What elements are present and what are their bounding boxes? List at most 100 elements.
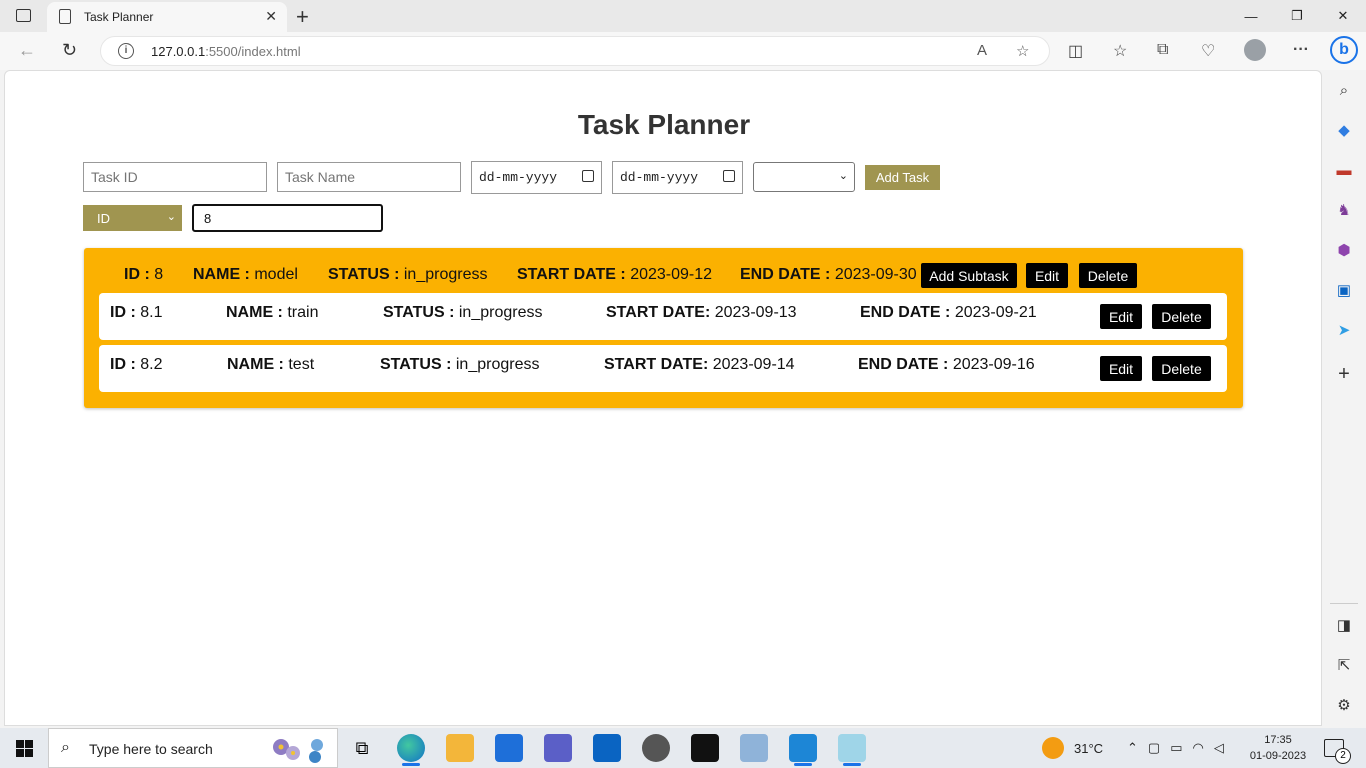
edge-taskbar-icon[interactable] <box>397 734 425 766</box>
task-id-input[interactable] <box>83 162 267 192</box>
back-icon[interactable]: ← <box>18 40 36 61</box>
task-status-field: STATUS : in_progress <box>328 266 488 283</box>
subtask-delete-button[interactable]: Delete <box>1152 304 1211 329</box>
favorite-star-icon[interactable]: ☆ <box>1016 42 1029 60</box>
url-text[interactable]: 127.0.0.1:5500/index.html <box>151 44 301 59</box>
add-task-button[interactable]: Add Task <box>865 165 940 190</box>
games-icon[interactable]: ♞ <box>1334 201 1354 221</box>
laptop-app-icon[interactable] <box>740 734 768 762</box>
search-icon: ⌕ <box>61 739 70 756</box>
terminal-icon[interactable] <box>691 734 719 762</box>
calendar-icon[interactable] <box>723 170 735 182</box>
refresh-icon[interactable]: ↻ <box>62 40 77 61</box>
tab-close-icon[interactable]: ✕ <box>265 8 277 25</box>
profile-avatar[interactable] <box>1244 39 1266 61</box>
mail-icon[interactable] <box>495 734 523 762</box>
subtask-id-field: ID : 8.1 <box>110 304 163 321</box>
task-edit-button[interactable]: Edit <box>1026 263 1068 288</box>
start-date-placeholder: dd-mm-yyyy <box>479 170 558 185</box>
wifi-icon[interactable]: ◠ <box>1193 740 1204 756</box>
page-title: Task Planner <box>577 109 751 140</box>
windows-start-icon[interactable] <box>16 740 33 757</box>
sidebar-divider <box>1330 603 1358 604</box>
minimize-icon[interactable]: — <box>1228 0 1274 32</box>
settings-gear-icon[interactable]: ⚙ <box>1334 696 1354 716</box>
end-date-input[interactable]: dd-mm-yyyy <box>612 161 743 194</box>
clock-date: 01-09-2023 <box>1249 750 1307 762</box>
taskbar-search-box[interactable]: ⌕ Type here to search <box>48 728 338 768</box>
edge-sidebar: ⌕ ◆ ▬ ♞ ⬢ ▣ ➤ + ◨ ⇱ ⚙ <box>1322 70 1366 726</box>
speaker-icon[interactable]: ◁ <box>1214 740 1224 756</box>
clock-time: 17:35 <box>1264 734 1292 746</box>
search-highlight-flowers-icon <box>273 739 323 763</box>
favorites-icon[interactable]: ☆ <box>1113 41 1127 61</box>
task-view-icon[interactable]: ⧉ <box>348 734 376 762</box>
system-tray: ⌃ ▢ ▭ ◠ ◁ <box>1127 728 1224 768</box>
tab-title: Task Planner <box>84 10 154 24</box>
status-select[interactable]: ⌄ <box>753 162 855 192</box>
external-link-icon[interactable]: ⇱ <box>1334 656 1354 676</box>
subtask-status-field: STATUS : in_progress <box>380 356 540 373</box>
teams-icon[interactable] <box>544 734 572 762</box>
browser-tab-bar: Task Planner ✕ + — ❐ ✕ <box>0 0 1366 32</box>
notifications-icon[interactable]: 2 <box>1324 739 1351 764</box>
subtask-status-field: STATUS : in_progress <box>383 304 543 321</box>
shopping-tag-icon[interactable]: ◆ <box>1334 121 1354 141</box>
notes-app-icon[interactable] <box>838 734 866 766</box>
add-sidebar-item-icon[interactable]: + <box>1334 364 1354 384</box>
outlook-icon[interactable]: ▣ <box>1334 281 1354 301</box>
send-icon[interactable]: ➤ <box>1334 321 1354 341</box>
meet-now-icon[interactable]: ▢ <box>1148 740 1160 756</box>
calendar-icon[interactable] <box>582 170 594 182</box>
browser-tab[interactable]: Task Planner ✕ <box>47 2 287 32</box>
chevron-down-icon: ⌄ <box>838 170 848 182</box>
window-controls: — ❐ ✕ <box>1228 0 1366 32</box>
new-tab-icon[interactable]: + <box>296 4 309 30</box>
subtask-edit-button[interactable]: Edit <box>1100 304 1142 329</box>
task-id-field: ID : 8 <box>124 266 164 283</box>
performance-icon[interactable]: ♡ <box>1201 41 1215 61</box>
battery-icon[interactable]: ▭ <box>1170 740 1182 756</box>
search-icon[interactable]: ⌕ <box>1334 81 1354 101</box>
whatsapp-icon[interactable] <box>642 734 670 762</box>
chevron-down-icon: ⌄ <box>166 211 176 223</box>
task-end-date-field: END DATE : 2023-09-30 <box>740 266 917 283</box>
start-date-input[interactable]: dd-mm-yyyy <box>471 161 602 194</box>
filter-field-select[interactable]: ID ⌄ <box>83 205 182 231</box>
tools-icon[interactable]: ▬ <box>1334 161 1354 181</box>
subtask-card: ID : 8.1 NAME : train STATUS : in_progre… <box>99 293 1227 340</box>
subtask-name-field: NAME : train <box>226 304 319 321</box>
address-bar[interactable]: i 127.0.0.1:5500/index.html A ☆ <box>100 36 1050 66</box>
subtask-delete-button[interactable]: Delete <box>1152 356 1211 381</box>
subtask-start-date-field: START DATE: 2023-09-13 <box>606 304 797 321</box>
restore-icon[interactable]: ❐ <box>1274 0 1320 32</box>
filter-field-value: ID <box>97 211 110 226</box>
page-viewport: Task Planner dd-mm-yyyy dd-mm-yyyy ⌄ Add… <box>4 70 1322 726</box>
add-subtask-button[interactable]: Add Subtask <box>921 263 1017 288</box>
bing-copilot-icon[interactable]: b <box>1330 36 1358 64</box>
weather-widget[interactable]: 31°C <box>1042 728 1103 768</box>
clock[interactable]: 17:35 01-09-2023 <box>1248 732 1308 764</box>
tab-actions-icon[interactable] <box>16 9 31 22</box>
task-delete-button[interactable]: Delete <box>1079 263 1137 288</box>
notification-count-badge: 2 <box>1335 748 1351 764</box>
hide-sidebar-icon[interactable]: ◨ <box>1334 616 1354 636</box>
task-name-input[interactable] <box>277 162 461 192</box>
site-info-icon[interactable]: i <box>118 43 134 59</box>
collections-icon[interactable]: ⧉ <box>1157 41 1168 59</box>
read-aloud-icon[interactable]: A <box>977 42 987 59</box>
task-start-date-field: START DATE : 2023-09-12 <box>517 266 713 283</box>
chevron-up-icon[interactable]: ⌃ <box>1127 740 1138 756</box>
filter-value-input[interactable]: 8 <box>192 204 383 232</box>
vscode-icon[interactable] <box>789 734 817 766</box>
page-favicon-icon <box>59 9 71 24</box>
outlook-taskbar-icon[interactable] <box>593 734 621 762</box>
more-options-icon[interactable]: ··· <box>1293 41 1309 59</box>
file-explorer-icon[interactable] <box>446 734 474 762</box>
window-close-icon[interactable]: ✕ <box>1320 0 1366 32</box>
subtask-start-date-field: START DATE: 2023-09-14 <box>604 356 795 373</box>
split-screen-icon[interactable]: ◫ <box>1068 41 1083 61</box>
microsoft-365-icon[interactable]: ⬢ <box>1334 241 1354 261</box>
subtask-edit-button[interactable]: Edit <box>1100 356 1142 381</box>
end-date-placeholder: dd-mm-yyyy <box>620 170 699 185</box>
